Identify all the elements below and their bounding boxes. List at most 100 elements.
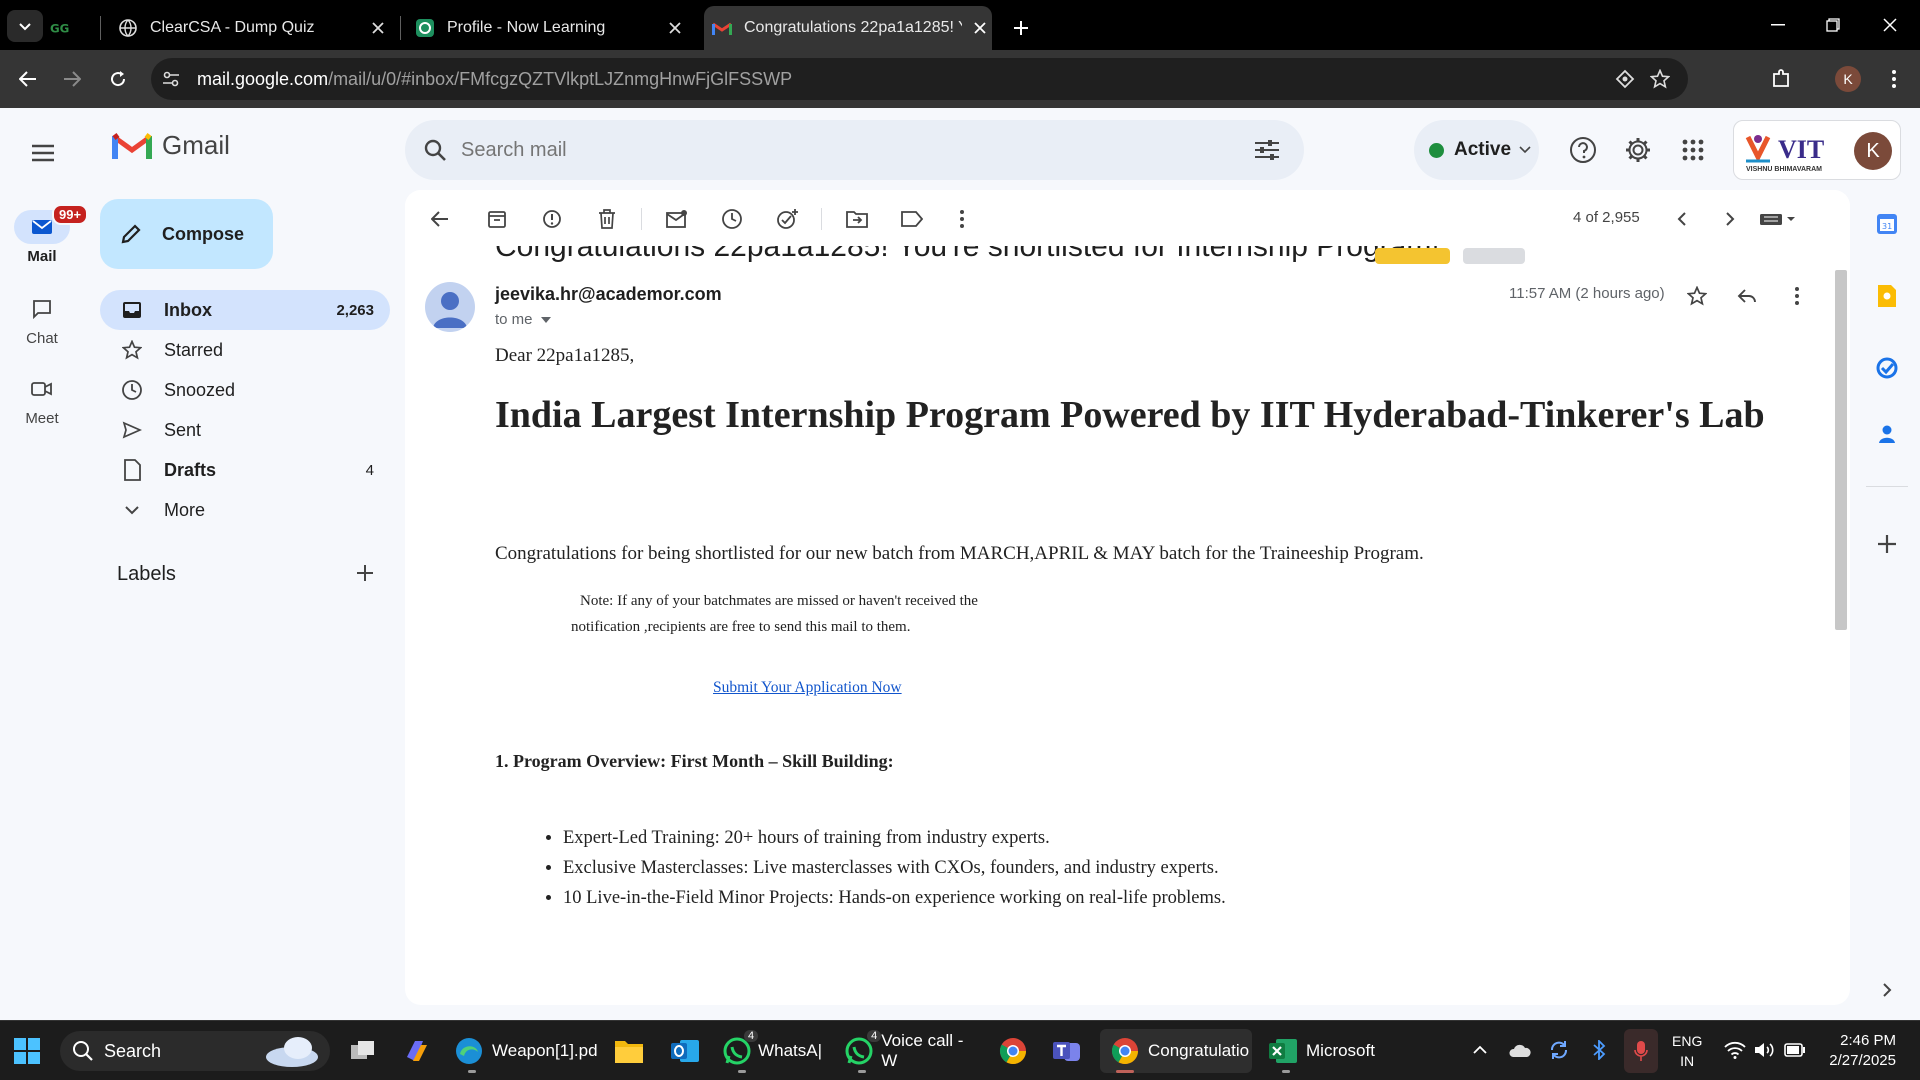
note-line: Note: If any of your batchmates are miss… xyxy=(580,593,978,609)
nav-item-starred[interactable]: Starred xyxy=(100,330,390,370)
rail-item-meet[interactable]: Meet xyxy=(0,372,84,427)
copilot-button[interactable] xyxy=(400,1029,440,1073)
sync-button[interactable] xyxy=(1546,1037,1572,1063)
bluetooth-button[interactable] xyxy=(1586,1037,1612,1063)
taskbar-app-excel[interactable]: Microsoft xyxy=(1266,1029,1386,1073)
move-to-button[interactable] xyxy=(842,204,872,234)
forward-button[interactable] xyxy=(56,63,88,95)
close-icon[interactable] xyxy=(968,16,992,40)
nav-item-inbox[interactable]: Inbox 2,263 xyxy=(100,290,390,330)
chrome-button[interactable] xyxy=(996,1029,1036,1073)
tab-now-learning[interactable]: Profile - Now Learning xyxy=(415,6,687,50)
chrome-icon xyxy=(1108,1034,1142,1068)
svg-text:GG: GG xyxy=(50,22,69,35)
taskbar-app-whatsapp[interactable]: 4 WhatsA| xyxy=(722,1029,822,1073)
delete-button[interactable] xyxy=(592,204,622,234)
status-selector[interactable]: Active xyxy=(1414,120,1539,180)
reply-button[interactable] xyxy=(1731,280,1763,312)
nav-item-drafts[interactable]: Drafts 4 xyxy=(100,450,390,490)
older-button[interactable] xyxy=(1715,204,1745,234)
close-icon[interactable] xyxy=(366,16,390,40)
teams-button[interactable] xyxy=(1050,1029,1090,1073)
keep-button[interactable] xyxy=(1871,280,1903,312)
close-icon[interactable] xyxy=(663,16,687,40)
nav-item-more[interactable]: More xyxy=(100,490,390,530)
tab-search-dropdown[interactable] xyxy=(7,10,43,42)
wifi-button[interactable] xyxy=(1722,1037,1748,1063)
outlook-button[interactable] xyxy=(668,1029,708,1073)
restore-button[interactable] xyxy=(1815,10,1851,40)
tab-gmail[interactable]: Congratulations 22pa1a1285! Yo xyxy=(704,6,992,50)
input-language[interactable]: ENG IN xyxy=(1672,1031,1702,1071)
site-info-icon[interactable] xyxy=(161,69,181,89)
input-tools-button[interactable] xyxy=(1755,204,1799,234)
calendar-button[interactable]: 31 xyxy=(1871,208,1903,240)
compose-button[interactable]: Compose xyxy=(100,199,273,269)
close-window-button[interactable] xyxy=(1872,10,1908,40)
profile-button[interactable]: K xyxy=(1832,63,1864,95)
microphone-button[interactable] xyxy=(1624,1029,1658,1073)
reload-button[interactable] xyxy=(102,63,134,95)
tray-overflow-button[interactable] xyxy=(1467,1037,1493,1063)
labels-button[interactable] xyxy=(897,204,927,234)
minimize-button[interactable] xyxy=(1760,10,1796,40)
nav-item-sent[interactable]: Sent xyxy=(100,410,390,450)
hide-panel-button[interactable] xyxy=(1871,974,1903,1006)
video-icon xyxy=(14,372,70,406)
star-icon[interactable] xyxy=(1643,62,1677,96)
get-addons-button[interactable] xyxy=(1871,528,1903,560)
star-message-button[interactable] xyxy=(1681,280,1713,312)
mark-unread-button[interactable] xyxy=(662,204,692,234)
volume-button[interactable] xyxy=(1752,1037,1778,1063)
contacts-button[interactable] xyxy=(1871,418,1903,450)
search-input[interactable] xyxy=(461,138,1254,162)
rail-item-mail[interactable]: 99+ Mail xyxy=(0,204,89,265)
recipients-toggle[interactable]: to me xyxy=(495,311,551,328)
add-to-tasks-button[interactable] xyxy=(772,204,802,234)
extensions-button[interactable] xyxy=(1765,63,1797,95)
support-button[interactable] xyxy=(1565,132,1601,168)
taskbar-app-edge[interactable]: Weapon[1].pd xyxy=(452,1029,598,1073)
settings-button[interactable] xyxy=(1620,132,1656,168)
scrollbar[interactable] xyxy=(1835,270,1847,630)
start-button[interactable] xyxy=(10,1029,50,1073)
message-more-button[interactable] xyxy=(1781,280,1813,312)
new-tab-button[interactable] xyxy=(1005,12,1037,44)
clock[interactable]: 2:46 PM 2/27/2025 xyxy=(1798,1031,1896,1071)
send-icon xyxy=(120,418,144,442)
search-icon[interactable] xyxy=(423,138,447,162)
newer-button[interactable] xyxy=(1667,204,1697,234)
google-apps-button[interactable] xyxy=(1675,132,1711,168)
taskbar-app-voice-call[interactable]: 4 Voice call - W xyxy=(842,1029,982,1073)
file-explorer-button[interactable] xyxy=(612,1029,652,1073)
apply-link[interactable]: Submit Your Application Now xyxy=(713,679,902,697)
sender-avatar xyxy=(425,282,475,332)
rail-item-chat[interactable]: Chat xyxy=(0,292,84,347)
more-actions-button[interactable] xyxy=(947,204,977,234)
back-button[interactable] xyxy=(12,63,44,95)
tab-geeks[interactable]: GG xyxy=(50,6,100,50)
lang-bottom: IN xyxy=(1680,1053,1695,1069)
main-menu-button[interactable] xyxy=(26,136,60,170)
tasks-button[interactable] xyxy=(1871,352,1903,384)
whatsapp-icon: 4 xyxy=(842,1030,882,1068)
archive-button[interactable] xyxy=(482,204,512,234)
snooze-button[interactable] xyxy=(717,204,747,234)
lens-icon[interactable] xyxy=(1608,62,1642,96)
nav-item-snoozed[interactable]: Snoozed xyxy=(100,370,390,410)
back-to-inbox-button[interactable] xyxy=(425,204,455,234)
onedrive-button[interactable] xyxy=(1507,1037,1533,1063)
more-vert-icon xyxy=(1892,70,1896,88)
taskbar-search[interactable]: Search xyxy=(60,1031,330,1071)
tab-clearcsa[interactable]: ClearCSA - Dump Quiz xyxy=(118,6,390,50)
report-spam-button[interactable] xyxy=(537,204,567,234)
taskbar-app-chrome-gmail[interactable]: Congratulatio xyxy=(1100,1029,1252,1073)
sender-email[interactable]: jeevika.hr@academor.com xyxy=(495,284,722,305)
task-view-button[interactable] xyxy=(346,1029,386,1073)
gmail-logo[interactable]: Gmail xyxy=(112,130,230,161)
search-options-icon[interactable] xyxy=(1254,139,1280,161)
browser-menu-button[interactable] xyxy=(1878,63,1910,95)
address-bar[interactable]: mail.google.com/mail/u/0/#inbox/FMfcgzQZ… xyxy=(151,58,1688,100)
create-label-button[interactable] xyxy=(355,563,379,587)
reply-icon xyxy=(1737,289,1756,303)
